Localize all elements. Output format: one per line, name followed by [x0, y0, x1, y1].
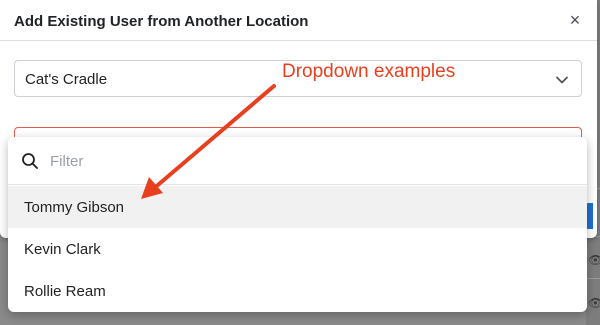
user-dropdown-menu: Tommy Gibson Kevin Clark Rollie Ream [8, 137, 587, 312]
dropdown-option-label: Kevin Clark [24, 241, 101, 258]
modal-title: Add Existing User from Another Location [14, 13, 309, 30]
filter-input[interactable] [50, 149, 570, 173]
filter-row [8, 137, 587, 185]
dropdown-option-label: Tommy Gibson [24, 199, 125, 216]
search-icon [22, 153, 38, 169]
close-icon[interactable]: × [567, 11, 583, 29]
dropdown-option[interactable]: Tommy Gibson [8, 186, 587, 228]
backdrop-divider [586, 278, 600, 279]
annotation-label: Dropdown examples [282, 61, 456, 82]
eye-icon: 👁 [588, 296, 600, 310]
dropdown-option-label: Rollie Ream [24, 283, 106, 300]
chevron-down-icon [556, 76, 568, 84]
modal-header: Add Existing User from Another Location … [0, 0, 597, 41]
eye-icon: 👁 [588, 253, 600, 267]
dropdown-option[interactable]: Rollie Ream [8, 270, 587, 312]
dropdown-option[interactable]: Kevin Clark [8, 228, 587, 270]
location-select-value: Cat's Cradle [25, 71, 108, 88]
